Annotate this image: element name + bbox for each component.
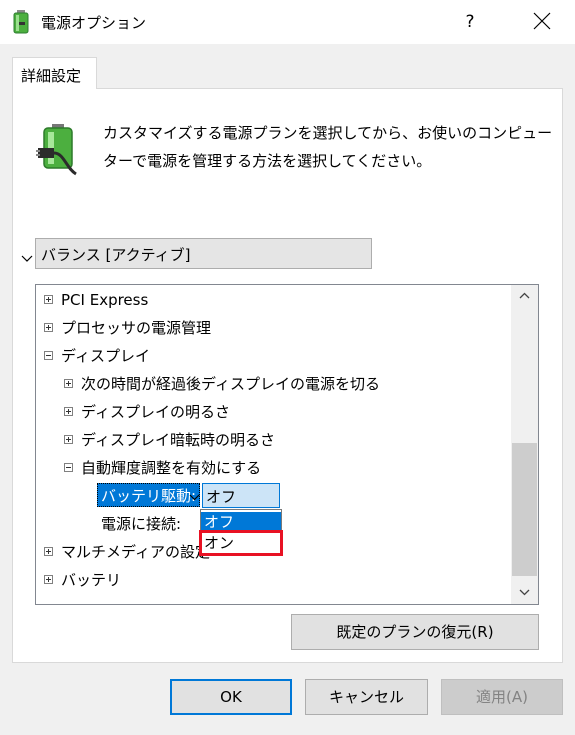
tree-item-label: マルチメディアの設定: [61, 543, 210, 561]
tab-label: 詳細設定: [21, 67, 82, 85]
cancel-button[interactable]: キャンセル: [305, 679, 428, 715]
tree-item-label: ディスプレイ暗転時の明るさ: [81, 431, 275, 449]
ac-setting-label[interactable]: 電源に接続:: [101, 512, 181, 536]
tree-item-label: 自動輝度調整を有効にする: [81, 459, 262, 477]
power-plan-value: バランス [アクティブ]: [41, 246, 191, 264]
expand-icon[interactable]: [44, 575, 53, 584]
tree-item-label: ディスプレイ: [61, 347, 150, 365]
power-options-icon: [11, 10, 31, 34]
battery-setting-select[interactable]: オフ: [189, 483, 280, 508]
scroll-down-button[interactable]: [511, 582, 538, 604]
ok-button[interactable]: OK: [170, 679, 292, 715]
tab-advanced-settings[interactable]: 詳細設定: [12, 57, 97, 89]
restore-defaults-button[interactable]: 既定のプランの復元(R): [291, 614, 539, 650]
tree-item-label: 次の時間が経過後ディスプレイの電源を切る: [81, 375, 380, 393]
collapse-icon[interactable]: [64, 463, 73, 472]
settings-tree[interactable]: PCI Express プロセッサの電源管理 ディスプレイ 次の時間が経過後ディ…: [35, 284, 539, 605]
battery-setting-label[interactable]: バッテリ駆動:: [97, 483, 201, 507]
vertical-scrollbar[interactable]: [511, 285, 538, 604]
expand-icon[interactable]: [44, 547, 53, 556]
power-plan-select[interactable]: バランス [アクティブ]: [21, 238, 372, 269]
close-button[interactable]: [520, 0, 564, 44]
collapse-icon[interactable]: [44, 351, 53, 360]
expand-icon[interactable]: [64, 379, 73, 388]
highlight-annotation: [199, 530, 283, 556]
description-text: カスタマイズする電源プランを選択してから、お使いのコンピューターで電源を管理する…: [103, 124, 553, 170]
expand-icon[interactable]: [44, 295, 53, 304]
expand-icon[interactable]: [64, 435, 73, 444]
window-title: 電源オプション: [41, 14, 147, 32]
tree-item-label: プロセッサの電源管理: [61, 319, 212, 337]
apply-button[interactable]: 適用(A): [441, 679, 563, 715]
tree-item-label: ディスプレイの明るさ: [81, 403, 230, 421]
expand-icon[interactable]: [44, 323, 53, 332]
tree-item-label: PCI Express: [61, 291, 149, 309]
battery-setting-value: オフ: [206, 488, 237, 506]
scroll-up-button[interactable]: [511, 285, 538, 307]
tree-item-label: バッテリ: [61, 571, 122, 589]
battery-plug-icon: [36, 124, 84, 178]
help-button[interactable]: ?: [448, 0, 492, 44]
expand-icon[interactable]: [64, 407, 73, 416]
scrollbar-thumb[interactable]: [512, 443, 537, 576]
title-bar: 電源オプション ?: [0, 0, 575, 44]
